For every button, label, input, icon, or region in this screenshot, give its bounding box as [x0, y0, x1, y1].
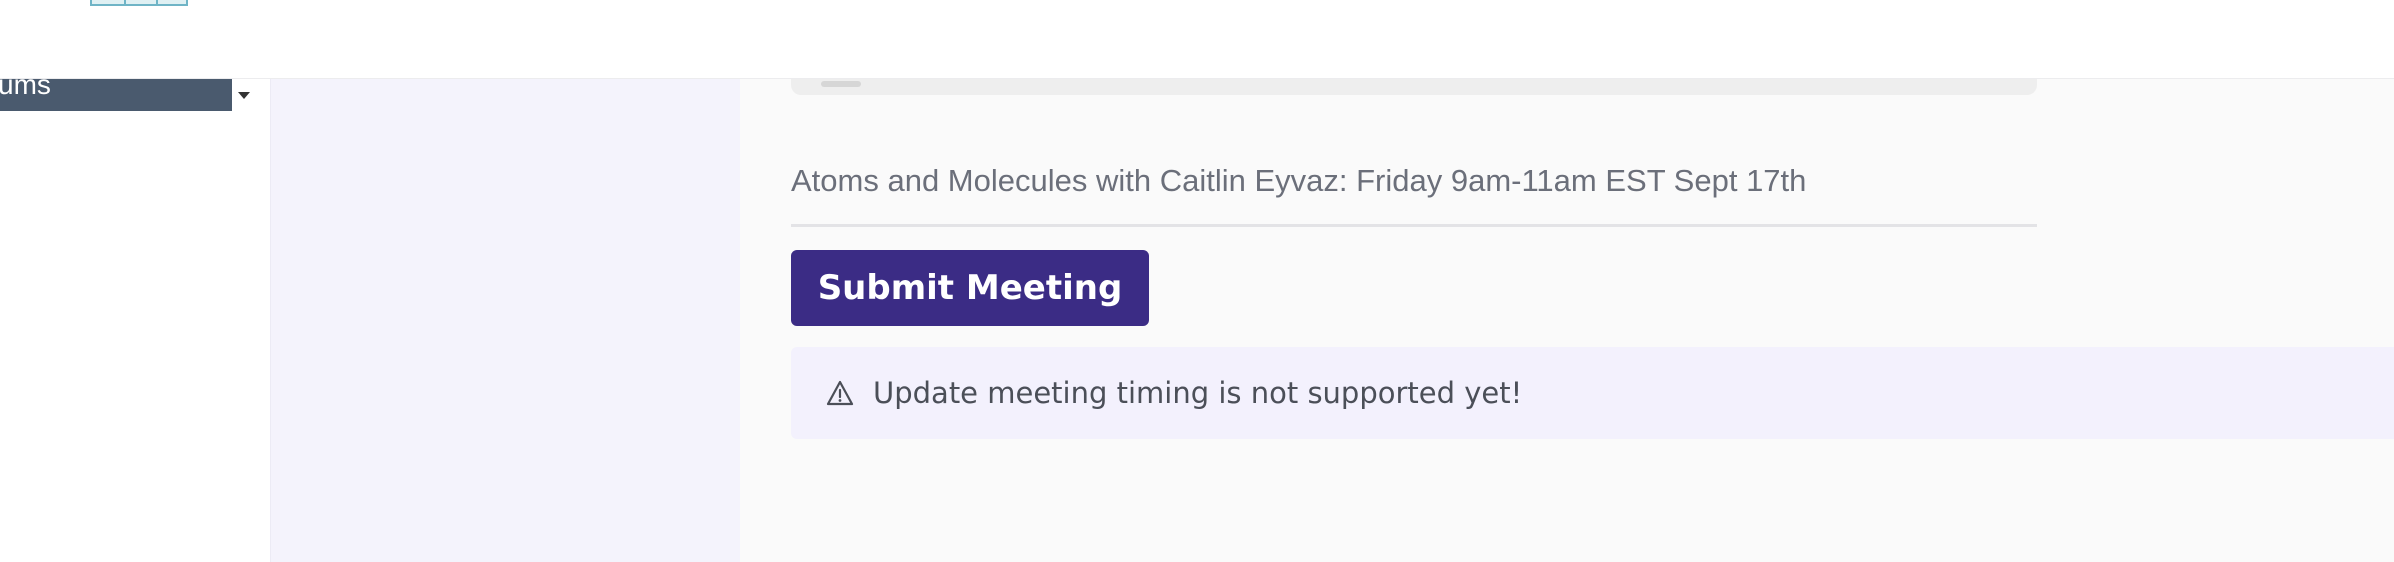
notice-text: Update meeting timing is not supported y…: [873, 376, 1523, 410]
main-content: Atoms and Molecules with Caitlin Eyvaz: …: [740, 79, 2394, 562]
meeting-summary: Atoms and Molecules with Caitlin Eyvaz: …: [791, 163, 1807, 198]
warning-triangle-icon: [825, 378, 855, 408]
logo[interactable]: [90, 0, 188, 6]
sidebar-dropdown-value: ums: [0, 79, 51, 100]
submit-meeting-button[interactable]: Submit Meeting: [791, 250, 1149, 326]
chevron-down-icon[interactable]: [232, 79, 256, 111]
left-panel: [270, 79, 740, 562]
previous-field[interactable]: [791, 79, 2037, 95]
notice-banner: Update meeting timing is not supported y…: [791, 347, 2394, 439]
sidebar-dropdown[interactable]: ums: [0, 79, 232, 111]
divider: [791, 224, 2037, 227]
sidebar: ums: [0, 79, 270, 562]
top-header: [0, 0, 2394, 79]
